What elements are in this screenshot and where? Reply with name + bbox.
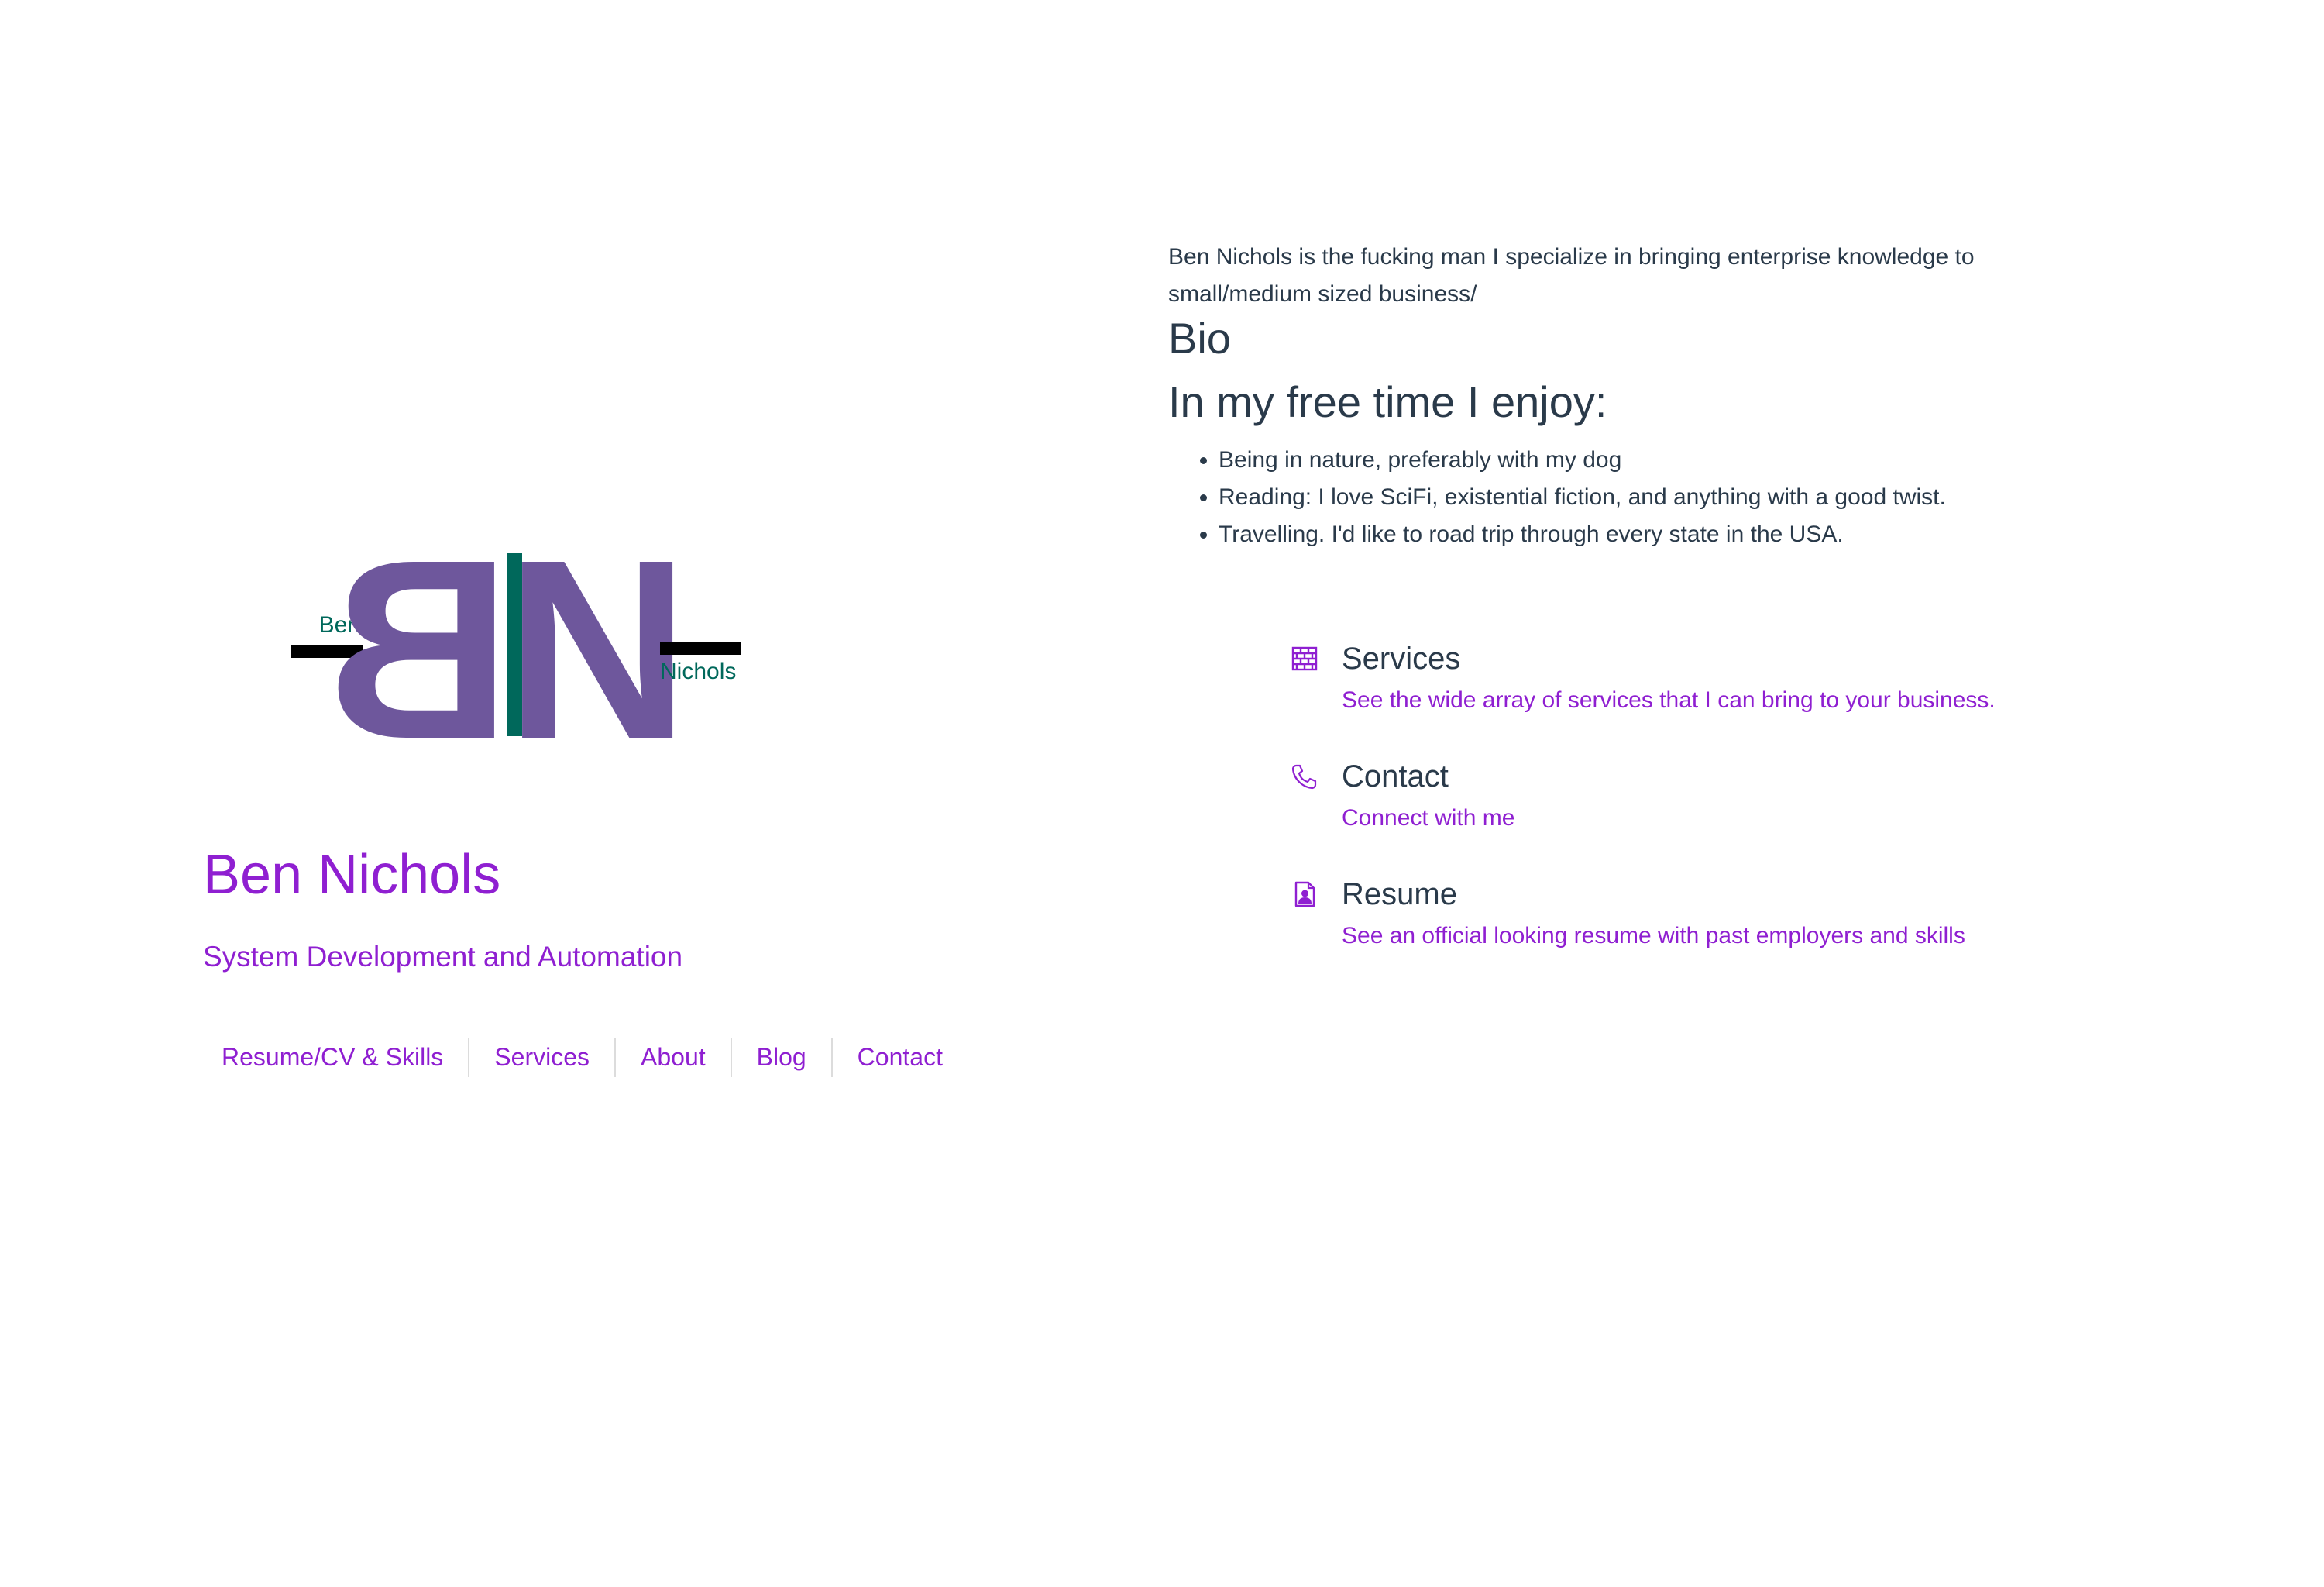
- feature-list: Services See the wide array of services …: [1286, 640, 1996, 993]
- feature-contact: Contact Connect with me: [1286, 758, 1996, 876]
- bio-intro: Ben Nichols is the fucking man I special…: [1168, 244, 1975, 307]
- nav-blog-link[interactable]: Blog: [730, 1038, 831, 1077]
- nav-contact-link[interactable]: Contact: [830, 1038, 968, 1077]
- feature-title: Services: [1342, 642, 1461, 676]
- nav-services-link[interactable]: Services: [468, 1038, 614, 1077]
- nav-resume-link[interactable]: Resume/CV & Skills: [203, 1038, 468, 1077]
- feature-resume: Resume See an official looking resume wi…: [1286, 876, 1996, 993]
- hobbies-list: Being in nature, preferably with my dog …: [1168, 442, 1946, 553]
- page: Ben B N Nichols Ben Nichols System Devel…: [0, 0, 2324, 1587]
- free-time-heading: In my free time I enjoy:: [1168, 377, 1607, 426]
- site-owner-name: Ben Nichols: [203, 844, 501, 906]
- site-logo[interactable]: Ben B N Nichols: [287, 542, 751, 744]
- feature-services: Services See the wide array of services …: [1286, 640, 1996, 758]
- logo-last-name: Nichols: [660, 659, 736, 684]
- feature-title: Contact: [1342, 759, 1449, 794]
- bricks-icon: [1291, 646, 1318, 671]
- services-link[interactable]: See the wide array of services that I ca…: [1342, 685, 1996, 716]
- feature-title: Resume: [1342, 877, 1457, 911]
- bn-logo-icon: Ben B N Nichols: [291, 542, 741, 744]
- site-tagline: System Development and Automation: [203, 941, 683, 973]
- list-item: Being in nature, preferably with my dog: [1219, 442, 1946, 479]
- contact-link[interactable]: Connect with me: [1342, 803, 1996, 834]
- resume-document-icon: [1294, 881, 1315, 907]
- list-item: Travelling. I'd like to road trip throug…: [1219, 516, 1946, 553]
- nav-about-link[interactable]: About: [614, 1038, 731, 1077]
- svg-text:B: B: [327, 542, 511, 744]
- phone-icon: [1291, 764, 1317, 790]
- bio-heading: Bio: [1168, 314, 1231, 363]
- list-item: Reading: I love SciFi, existential ficti…: [1219, 479, 1946, 516]
- main-nav: Resume/CV & Skills Services About Blog C…: [203, 1038, 968, 1077]
- resume-link[interactable]: See an official looking resume with past…: [1342, 921, 1996, 952]
